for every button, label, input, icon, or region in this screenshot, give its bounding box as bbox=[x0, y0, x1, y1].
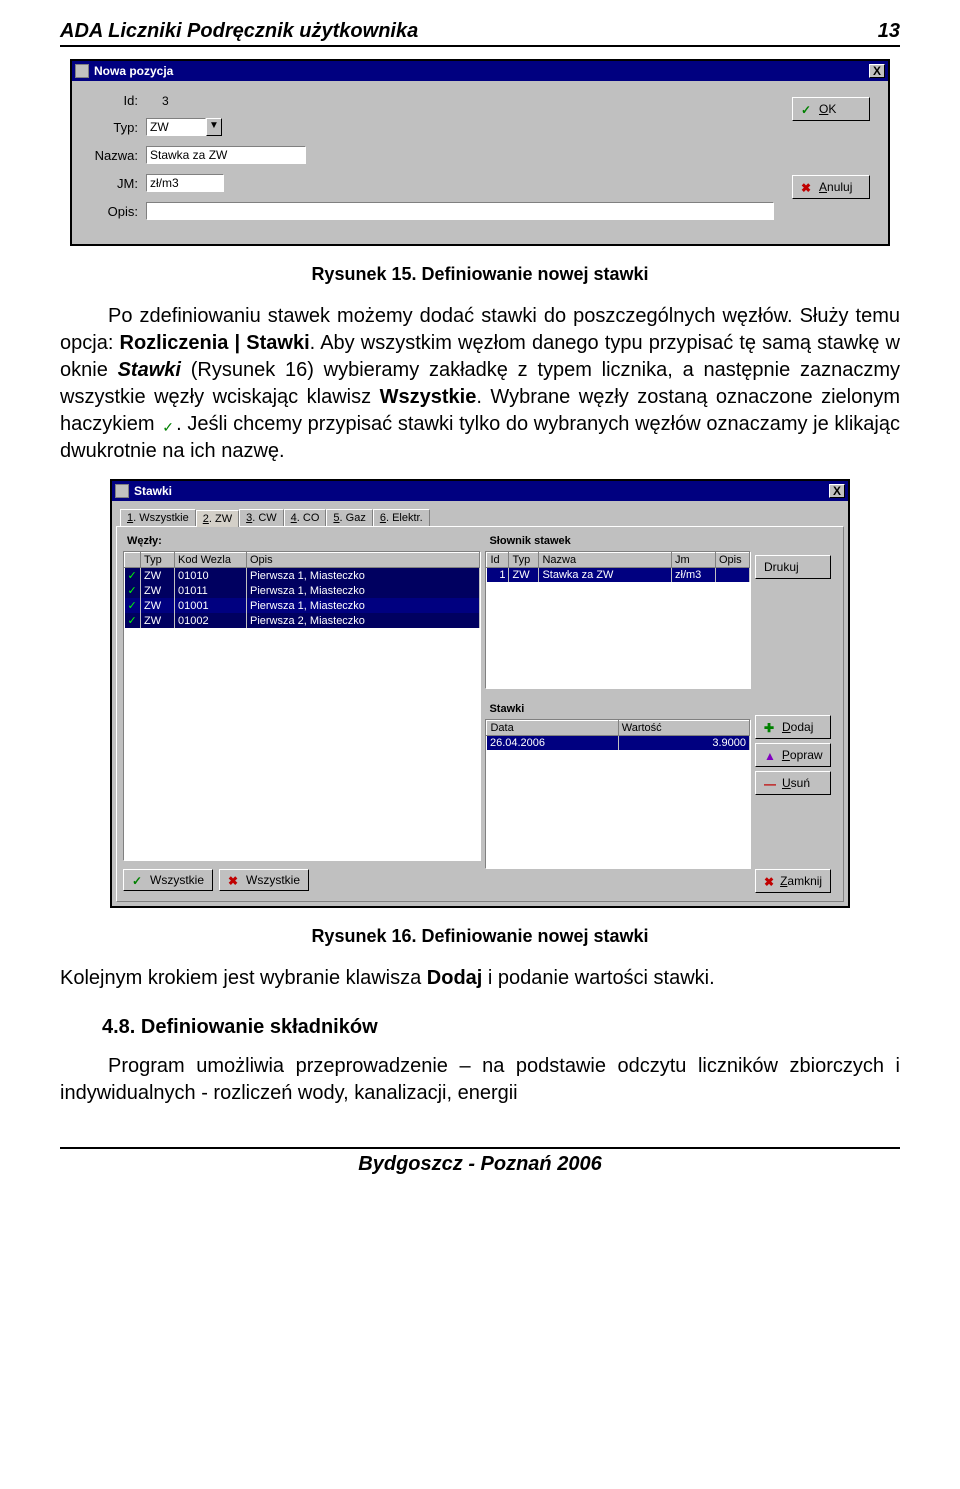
opis-input[interactable] bbox=[146, 202, 774, 220]
window-title: Stawki bbox=[134, 484, 829, 498]
section-heading: 4.8. Definiowanie składników bbox=[102, 1016, 900, 1039]
wezly-grid[interactable]: Typ Kod Wezla Opis ✓ ZW 01010 Pierwsza 1… bbox=[123, 551, 481, 861]
check-icon: ✓ bbox=[801, 103, 813, 115]
close-button[interactable]: X bbox=[869, 64, 885, 78]
tab-zw[interactable]: 2. ZW bbox=[196, 510, 239, 527]
slownik-label: Słownik stawek bbox=[485, 535, 751, 547]
triangle-icon: ▲ bbox=[764, 749, 776, 761]
page-footer: Bydgoszcz - Poznań 2006 bbox=[60, 1147, 900, 1176]
paragraph-1: Po zdefiniowaniu stawek możemy dodać sta… bbox=[60, 303, 900, 465]
close-button[interactable]: X bbox=[829, 484, 845, 498]
paragraph-2: Kolejnym krokiem jest wybranie klawisza … bbox=[60, 965, 900, 992]
figure-caption-15: Rysunek 15. Definiowanie nowej stawki bbox=[60, 264, 900, 285]
dialog-stawki: Stawki X 1. Wszystkie 2. ZW 3. CW 4. CO … bbox=[110, 479, 850, 908]
window-icon bbox=[75, 64, 89, 78]
delete-button[interactable]: — Usuń bbox=[755, 771, 831, 795]
dialog-nowa-pozycja: Nowa pozycja X Id: 3 Typ: ZW ▼ Nazwa: bbox=[70, 59, 890, 246]
jm-label: JM: bbox=[82, 176, 146, 191]
page-header-title: ADA Liczniki Podręcznik użytkownika bbox=[60, 20, 418, 43]
select-all-button[interactable]: ✓ Wszystkie bbox=[123, 869, 213, 891]
paragraph-3: Program umożliwia przeprowadzenie – na p… bbox=[60, 1053, 900, 1107]
table-row[interactable]: ✓ ZW 01010 Pierwsza 1, Miasteczko bbox=[125, 568, 480, 584]
close-dialog-button[interactable]: ✖ Zamknij bbox=[755, 869, 831, 893]
stawki-grid[interactable]: Data Wartość 26.04.2006 3.9000 bbox=[485, 719, 751, 869]
table-row[interactable]: ✓ ZW 01002 Pierwsza 2, Miasteczko bbox=[125, 613, 480, 628]
stawki-label: Stawki bbox=[485, 703, 751, 715]
check-icon: ✓ bbox=[160, 418, 176, 432]
tab-gaz[interactable]: 5. Gaz bbox=[326, 509, 372, 526]
type-combo-dropdown[interactable]: ▼ bbox=[206, 118, 222, 136]
add-button[interactable]: ✚ Dodaj bbox=[755, 715, 831, 739]
wezly-label: Węzły: bbox=[123, 535, 481, 547]
print-button[interactable]: Drukuj bbox=[755, 555, 831, 579]
window-title: Nowa pozycja bbox=[94, 64, 869, 78]
table-row[interactable]: ✓ ZW 01011 Pierwsza 1, Miasteczko bbox=[125, 583, 480, 598]
slownik-grid[interactable]: Id Typ Nazwa Jm Opis 1 ZW Stawka za ZW bbox=[485, 551, 751, 689]
name-input[interactable]: Stawka za ZW bbox=[146, 146, 306, 164]
tab-elektr[interactable]: 6. Elektr. bbox=[373, 509, 430, 526]
id-value: 3 bbox=[146, 94, 169, 108]
id-label: Id: bbox=[82, 93, 146, 108]
deselect-all-button[interactable]: ✖ Wszystkie bbox=[219, 869, 309, 891]
edit-button[interactable]: ▲ Popraw bbox=[755, 743, 831, 767]
check-icon: ✓ bbox=[132, 874, 144, 886]
table-row[interactable]: 26.04.2006 3.9000 bbox=[487, 736, 750, 751]
page-header-number: 13 bbox=[878, 20, 900, 43]
x-icon: ✖ bbox=[801, 181, 813, 193]
opis-label: Opis: bbox=[82, 204, 146, 219]
type-label: Typ: bbox=[82, 120, 146, 135]
x-icon: ✖ bbox=[764, 875, 774, 887]
plus-icon: ✚ bbox=[764, 721, 776, 733]
table-row[interactable]: 1 ZW Stawka za ZW zł/m3 bbox=[487, 568, 750, 583]
cancel-button[interactable]: ✖ Anuluj bbox=[792, 175, 870, 199]
ok-button[interactable]: ✓ OK bbox=[792, 97, 870, 121]
tab-wszystkie[interactable]: 1. Wszystkie bbox=[120, 509, 196, 526]
minus-icon: — bbox=[764, 777, 776, 789]
jm-input[interactable]: zł/m3 bbox=[146, 174, 224, 192]
figure-caption-16: Rysunek 16. Definiowanie nowej stawki bbox=[60, 926, 900, 947]
tab-co[interactable]: 4. CO bbox=[284, 509, 327, 526]
table-row[interactable]: ✓ ZW 01001 Pierwsza 1, Miasteczko bbox=[125, 598, 480, 613]
tab-cw[interactable]: 3. CW bbox=[239, 509, 284, 526]
name-label: Nazwa: bbox=[82, 148, 146, 163]
window-icon bbox=[115, 484, 129, 498]
type-combo[interactable]: ZW bbox=[146, 118, 206, 136]
x-icon: ✖ bbox=[228, 874, 240, 886]
